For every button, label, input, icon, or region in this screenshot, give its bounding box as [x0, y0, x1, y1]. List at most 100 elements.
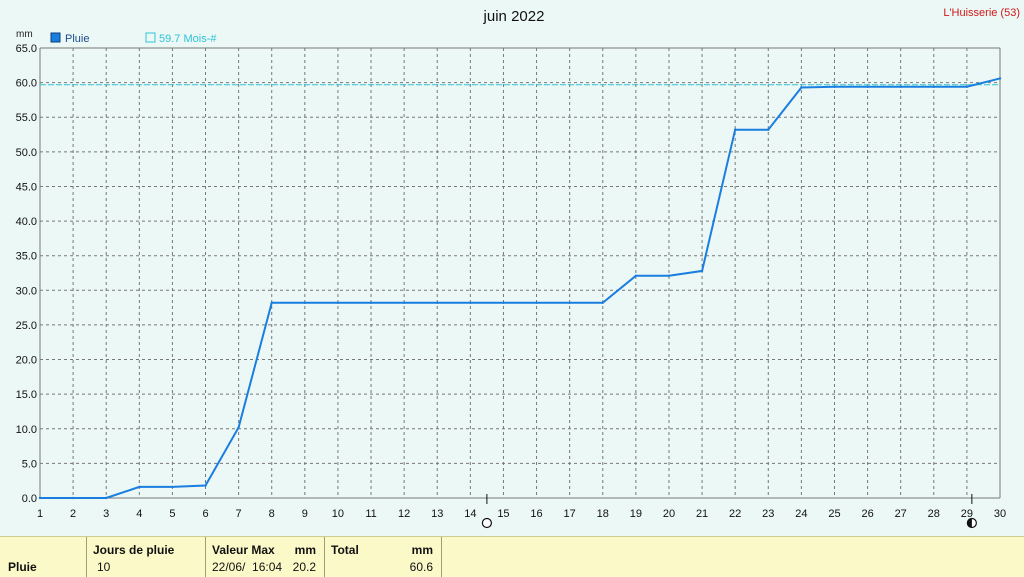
jours-de-pluie-header: Jours de pluie — [93, 543, 175, 557]
valeur-max-cell: Valeur Max mm 22/06/ 16:04 20.2 — [206, 537, 325, 577]
x-tick-label: 27 — [895, 508, 907, 520]
x-tick-label: 30 — [994, 508, 1006, 520]
valeur-max-value: 20.2 — [292, 560, 316, 574]
data-point — [965, 85, 969, 88]
data-point — [866, 85, 869, 88]
legend-reference-swatch — [145, 32, 156, 43]
data-point — [833, 85, 836, 88]
chart-title: juin 2022 — [483, 8, 545, 25]
data-point — [270, 301, 273, 304]
data-point — [171, 485, 174, 489]
data-point — [402, 301, 406, 304]
x-tick-label: 2 — [70, 508, 76, 520]
x-tick-label: 25 — [828, 508, 840, 520]
y-tick-label: 30.0 — [16, 285, 37, 297]
new-moon-marker — [481, 517, 492, 529]
x-tick-label: 17 — [564, 508, 576, 520]
total-header: Total — [331, 543, 359, 557]
y-tick-label: 40.0 — [16, 216, 37, 228]
data-point — [601, 301, 604, 304]
x-tick-label: 12 — [398, 508, 410, 520]
x-tick-label: 5 — [169, 508, 175, 520]
x-tick-label: 10 — [332, 508, 344, 520]
x-tick-label: 13 — [431, 508, 443, 520]
y-tick-label: 5.0 — [22, 458, 37, 470]
x-tick-label: 16 — [530, 508, 542, 520]
total-cell: Total mm 60.6 — [325, 537, 442, 577]
valeur-max-unit: mm — [294, 543, 316, 557]
y-tick-label: 20.0 — [16, 355, 37, 367]
x-tick-label: 24 — [795, 508, 807, 520]
x-tick-label: 20 — [663, 508, 675, 520]
y-tick-label: 35.0 — [16, 251, 37, 263]
x-tick-labels: 1 2 3 4 5 6 7 8 9 10 11 12 13 14 15 16 17 18 19 20 21 22 23 24 2… — [37, 508, 1006, 520]
data-point — [568, 301, 571, 304]
x-tick-label: 28 — [928, 508, 940, 520]
legend-series-label: Pluie — [65, 33, 89, 45]
y-tick-label: 50.0 — [16, 147, 37, 159]
data-point — [71, 496, 75, 500]
x-tick-label: 18 — [597, 508, 609, 520]
data-point — [303, 301, 307, 304]
x-tick-label: 3 — [103, 508, 109, 520]
data-point — [469, 301, 472, 304]
y-tick-labels: 0.0 5.0 10.0 15.0 20.0 25.0 30.0 35.0 40.0 45.0 50… — [16, 43, 37, 505]
data-point — [535, 301, 538, 304]
x-tick-label: 15 — [497, 508, 509, 520]
x-tick-label: 7 — [236, 508, 242, 520]
data-point — [700, 269, 704, 273]
data-point — [237, 426, 240, 429]
data-point — [502, 301, 505, 304]
y-tick-label: 60.0 — [16, 78, 37, 90]
jours-de-pluie-cell: Jours de pluie 10 — [87, 537, 206, 577]
x-tick-label: 19 — [630, 508, 642, 520]
jours-de-pluie-value: 10 — [97, 560, 111, 574]
data-point — [369, 301, 373, 304]
data-point — [138, 485, 141, 489]
y-axis-unit: mm — [16, 29, 33, 40]
x-tick-label: 6 — [202, 508, 208, 520]
data-point — [336, 301, 340, 304]
x-tick-label: 23 — [762, 508, 774, 520]
y-tick-label: 65.0 — [16, 43, 37, 55]
data-point — [38, 496, 42, 500]
summary-row-label-cell: Pluie — [0, 537, 87, 577]
y-tick-label: 25.0 — [16, 320, 37, 332]
x-tick-label: 1 — [37, 508, 43, 520]
legend-reference-label: 59.7 Mois-# — [159, 33, 217, 45]
x-tick-label: 8 — [269, 508, 275, 520]
data-point — [105, 496, 108, 500]
y-tick-label: 0.0 — [22, 493, 37, 505]
data-point — [634, 274, 638, 277]
data-point — [932, 85, 935, 88]
data-point — [767, 128, 770, 131]
total-unit: mm — [411, 543, 433, 557]
valeur-max-header: Valeur Max — [212, 543, 275, 557]
grid — [39, 47, 1001, 499]
series-line-pluie — [40, 77, 1001, 499]
y-tick-label: 10.0 — [16, 424, 37, 436]
total-value: 60.6 — [409, 560, 433, 574]
data-point — [436, 301, 439, 304]
x-tick-label: 22 — [729, 508, 741, 520]
data-point — [998, 77, 1002, 80]
series-points — [38, 77, 1002, 500]
summary-table: Pluie Jours de pluie 10 Valeur Max mm 22… — [0, 536, 1024, 577]
legend-series-swatch — [50, 32, 61, 43]
x-tick-label: 14 — [464, 508, 476, 520]
data-point — [733, 128, 737, 131]
station-name: L'Huisserie (53) — [943, 7, 1020, 19]
summary-row-label: Pluie — [8, 560, 37, 574]
x-tick-label: 9 — [302, 508, 308, 520]
x-tick-label: 26 — [861, 508, 873, 520]
data-point — [667, 274, 671, 277]
x-tick-label: 11 — [365, 508, 376, 520]
data-point — [899, 85, 902, 88]
y-tick-label: 45.0 — [16, 181, 37, 193]
valeur-max-date: 22/06/ 16:04 — [212, 560, 283, 574]
data-point — [204, 484, 207, 487]
y-tick-label: 55.0 — [16, 112, 37, 124]
y-tick-label: 15.0 — [16, 389, 37, 401]
x-tick-label: 21 — [696, 508, 708, 520]
data-point — [800, 86, 803, 89]
